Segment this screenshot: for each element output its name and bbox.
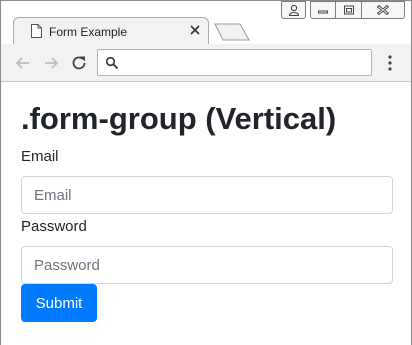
user-icon [288, 4, 299, 16]
back-arrow-icon[interactable] [13, 53, 33, 73]
page-title: .form-group (Vertical) [21, 101, 337, 136]
tab-title: Form Example [49, 25, 128, 39]
window-close-button[interactable] [362, 1, 405, 19]
page-icon [31, 24, 42, 38]
minimize-icon [318, 10, 328, 14]
minimize-button[interactable] [310, 1, 336, 19]
title-bar: Form Example [1, 1, 411, 45]
user-button[interactable] [281, 1, 306, 19]
maximize-button[interactable] [336, 1, 362, 19]
address-bar[interactable] [97, 49, 372, 76]
tab-form-example[interactable]: Form Example [13, 17, 209, 45]
window-controls [281, 1, 405, 21]
email-field[interactable] [21, 176, 393, 214]
email-label: Email [21, 148, 59, 165]
password-field[interactable] [21, 246, 393, 284]
submit-button[interactable]: Submit [21, 284, 97, 322]
page-content: .form-group (Vertical) Email Password Su… [1, 83, 411, 345]
window-close-icon [376, 4, 390, 16]
forward-arrow-icon[interactable] [41, 53, 61, 73]
search-icon [105, 56, 119, 70]
password-label: Password [21, 218, 87, 235]
address-input[interactable] [124, 53, 364, 72]
browser-window: Form Example .form-group (Vertical) Emai… [0, 0, 412, 345]
browser-toolbar [1, 44, 411, 82]
new-tab-button[interactable] [214, 23, 250, 41]
kebab-menu-icon[interactable] [383, 53, 397, 73]
close-icon[interactable] [188, 23, 202, 37]
reload-icon[interactable] [69, 53, 89, 73]
maximize-icon [343, 5, 354, 15]
